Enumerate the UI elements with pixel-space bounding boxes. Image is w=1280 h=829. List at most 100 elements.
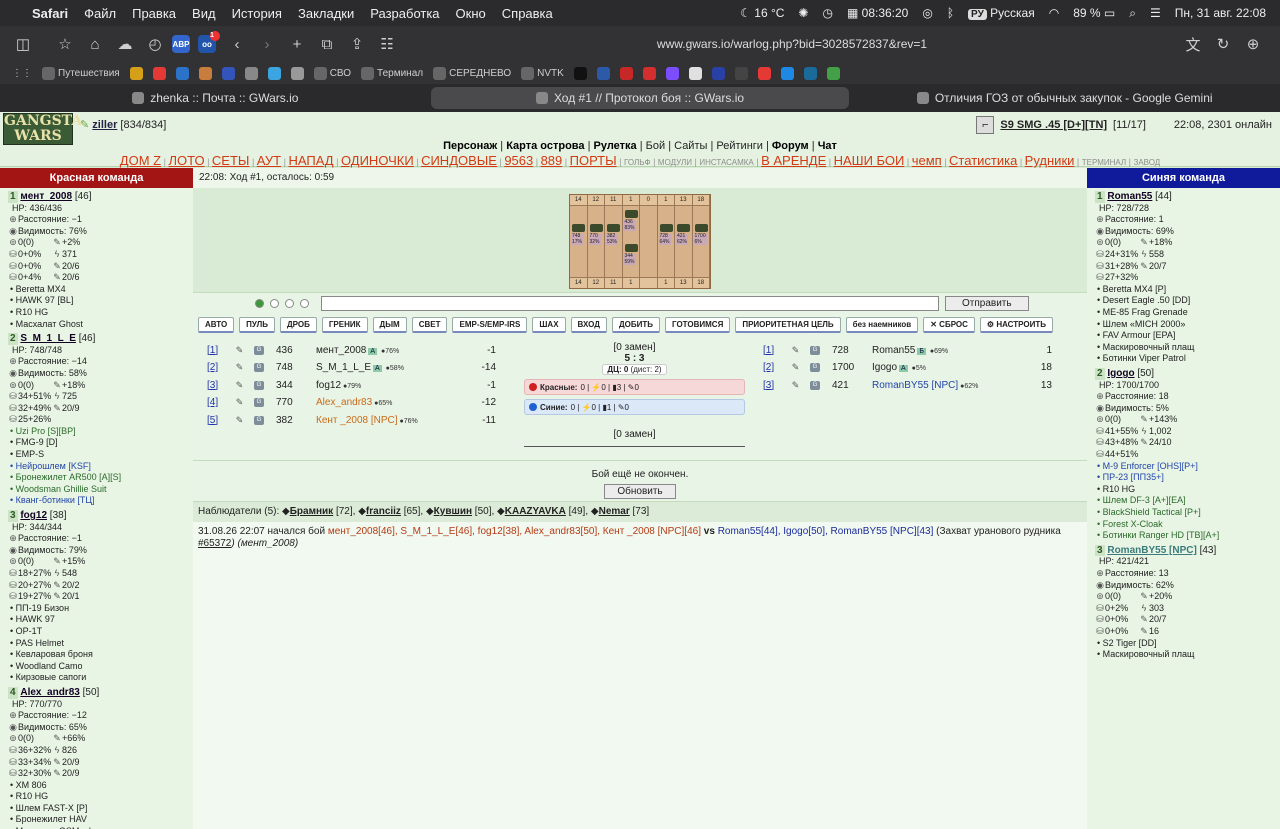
- address-bar[interactable]: www.gwars.io/warlog.php?bid=3028572837&r…: [404, 37, 1180, 51]
- player-item[interactable]: • Шлем DF-3 [A+][EA]: [1095, 495, 1280, 507]
- reader-icon[interactable]: ☷: [374, 31, 400, 57]
- quick-link[interactable]: ОДИНОЧКИ: [341, 153, 414, 168]
- player-item[interactable]: • Маскировочный плащ: [1095, 649, 1280, 661]
- wifi-icon[interactable]: ◠: [1049, 6, 1059, 20]
- nav-link[interactable]: Рулетка: [594, 140, 637, 152]
- app-name[interactable]: Safari: [32, 6, 68, 21]
- player-name[interactable]: fog12: [316, 380, 341, 391]
- chat-option-3[interactable]: [285, 299, 294, 308]
- player-name[interactable]: S_M_1_L_E: [20, 333, 76, 344]
- log-red-team[interactable]: мент_2008[46], S_M_1_L_E[46], fog12[38],…: [328, 526, 701, 537]
- player-item[interactable]: • Uzi Pro [S][BP]: [8, 426, 193, 438]
- map-cell[interactable]: 748 17%: [570, 206, 588, 277]
- adblock-icon[interactable]: ABP: [172, 35, 190, 53]
- nav-link[interactable]: Карта острова: [506, 140, 584, 152]
- player-index[interactable]: [4]: [207, 397, 235, 408]
- bookmark-item[interactable]: [244, 66, 258, 80]
- chat-option-1[interactable]: [255, 299, 264, 308]
- bookmark-item[interactable]: NVTK: [521, 66, 564, 80]
- map-cell[interactable]: 382 53%: [605, 206, 623, 277]
- nav-link[interactable]: Сайты: [674, 140, 707, 152]
- player-item[interactable]: • ПР-23 [ПП35+]: [1095, 472, 1280, 484]
- player-item[interactable]: • Ботинки Viper Patrol: [1095, 353, 1280, 365]
- player-item[interactable]: • Desert Eagle .50 [DD]: [1095, 295, 1280, 307]
- bookmark-item[interactable]: Терминал: [361, 66, 423, 80]
- player-item[interactable]: • R10 HG: [8, 307, 193, 319]
- observer-name[interactable]: Кувшин: [434, 506, 472, 517]
- player-item[interactable]: • R10 HG: [8, 791, 193, 803]
- player-item[interactable]: • PAS Helmet: [8, 638, 193, 650]
- player-item[interactable]: • BlackShield Tactical [P+]: [1095, 507, 1280, 519]
- player-index[interactable]: [3]: [763, 380, 791, 391]
- quick-link[interactable]: ГОЛЬФ: [624, 158, 651, 167]
- player-item[interactable]: • Масхалат Ghost: [8, 319, 193, 331]
- observer-name[interactable]: franciiz: [366, 506, 401, 517]
- menu-item[interactable]: Разработка: [370, 6, 439, 21]
- send-button[interactable]: Отправить: [945, 296, 1029, 311]
- player-item[interactable]: • FMG-9 [D]: [8, 437, 193, 449]
- action-button[interactable]: ПРИОРИТЕТНАЯ ЦЕЛЬ: [735, 317, 841, 333]
- bookmark-item[interactable]: [803, 66, 817, 80]
- quick-link[interactable]: МОДУЛИ: [658, 158, 692, 167]
- player-index[interactable]: [5]: [207, 415, 235, 426]
- battle-map[interactable]: 14 12 11 1 0 1 13 18 748 17% 770 32% 382 53% 436 83% 344…: [569, 194, 711, 289]
- player-item[interactable]: • R10 HG: [1095, 484, 1280, 496]
- player-item[interactable]: • Бронежилет HAV: [8, 814, 193, 826]
- browser-tab[interactable]: zhenka :: Почта :: GWars.io: [6, 87, 425, 109]
- player-name[interactable]: Igogo: [872, 362, 897, 373]
- player-item[interactable]: • Шлем «MICH 2000»: [1095, 319, 1280, 331]
- download-icon[interactable]: ⊕: [1240, 31, 1266, 57]
- sidebar-icon[interactable]: ◫: [10, 31, 36, 57]
- nav-link[interactable]: Рейтинги: [716, 140, 763, 152]
- extension-icon[interactable]: 1 oo: [198, 31, 220, 53]
- battery-status[interactable]: 89 % ▭: [1073, 6, 1115, 20]
- quick-link[interactable]: Статистика: [949, 153, 1017, 168]
- player-index[interactable]: [2]: [207, 362, 235, 373]
- map-cell[interactable]: 436 83% 344 59%: [623, 206, 640, 277]
- bookmark-item[interactable]: [642, 66, 656, 80]
- search-icon[interactable]: ⌕: [1129, 6, 1136, 21]
- player-item[interactable]: • Beretta MX4 [P]: [1095, 284, 1280, 296]
- player-item[interactable]: • HAWK 97 [BL]: [8, 295, 193, 307]
- player-name[interactable]: Alex_andr83: [316, 397, 372, 408]
- weapon-name[interactable]: S9 SMG .45 [D+][TN]: [1000, 119, 1107, 131]
- player-item[interactable]: • Beretta MX4: [8, 284, 193, 296]
- quick-link[interactable]: Рудники: [1025, 153, 1075, 168]
- player-item[interactable]: • Woodsman Ghillie Suit: [8, 484, 193, 496]
- menu-item[interactable]: Закладки: [298, 6, 354, 21]
- quick-link[interactable]: НАПАД: [288, 153, 333, 168]
- star-icon[interactable]: ☆: [52, 31, 78, 57]
- player-index[interactable]: [2]: [763, 362, 791, 373]
- chat-option-4[interactable]: [300, 299, 309, 308]
- log-blue-team[interactable]: Roman55[44], Igogo[50], RomanBY55 [NPC][…: [718, 526, 934, 537]
- action-button[interactable]: EMP-S/EMP-IRS: [452, 317, 528, 333]
- quick-link[interactable]: 889: [541, 153, 563, 168]
- quick-link[interactable]: СЕТЫ: [212, 153, 250, 168]
- menu-item[interactable]: Окно: [456, 6, 486, 21]
- action-button[interactable]: ДОБИТЬ: [611, 317, 661, 333]
- action-button[interactable]: ВХОД: [570, 317, 607, 333]
- grid-icon[interactable]: ⋮⋮: [12, 68, 32, 79]
- action-button[interactable]: ДЫМ: [372, 317, 407, 333]
- player-item[interactable]: • Шлем FAST-X [P]: [8, 803, 193, 815]
- player-item[interactable]: • ME-85 Frag Grenade: [1095, 307, 1280, 319]
- bookmark-item[interactable]: [780, 66, 794, 80]
- player-name[interactable]: RomanBY55 [NPC]: [872, 380, 958, 391]
- observer-name[interactable]: Nemar: [599, 506, 630, 517]
- bookmark-item[interactable]: СВО: [313, 66, 351, 80]
- player-name[interactable]: RomanBY55 [NPC]: [1107, 545, 1196, 556]
- player-name[interactable]: мент_2008: [20, 191, 72, 202]
- quick-link[interactable]: ТЕРМИНАЛ: [1082, 158, 1126, 167]
- chat-input[interactable]: [321, 296, 939, 311]
- action-button[interactable]: ПУЛЬ: [239, 317, 275, 333]
- bluetooth-icon[interactable]: ᛒ: [947, 6, 954, 20]
- bookmark-item[interactable]: [152, 66, 166, 80]
- refresh-button[interactable]: Обновить: [604, 484, 676, 499]
- quick-link[interactable]: ИНСТАСАМКА: [699, 158, 753, 167]
- player-item[interactable]: • Маскировочный плащ: [1095, 342, 1280, 354]
- history-icon[interactable]: ◷: [822, 6, 832, 20]
- player-item[interactable]: • XM 806: [8, 780, 193, 792]
- bookmark-item[interactable]: [221, 66, 235, 80]
- airdrop-icon[interactable]: ◎: [922, 6, 932, 20]
- player-name[interactable]: Кент _2008 [NPC]: [316, 415, 398, 426]
